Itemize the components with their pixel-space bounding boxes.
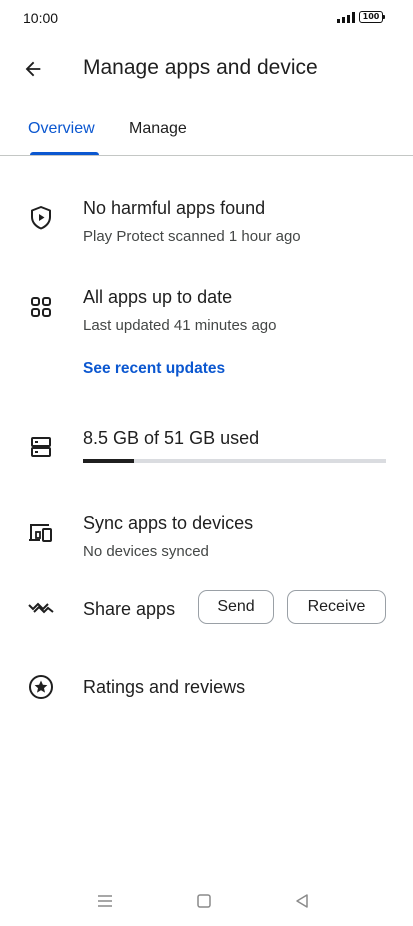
protect-subtitle: Play Protect scanned 1 hour ago [83,228,301,245]
share-title: Share apps [83,599,176,619]
play-protect-shield-icon [27,204,55,232]
battery-icon: 100 [359,11,385,23]
devices-icon [27,518,55,546]
receive-button[interactable]: Receive [287,590,386,624]
back-triangle-icon[interactable] [290,889,314,913]
storage-progress-fill [83,459,134,463]
tab-overview[interactable]: Overview [28,120,95,138]
page-title: Manage apps and device [83,56,318,79]
storage-icon [27,433,55,461]
sync-subtitle: No devices synced [83,543,209,560]
status-time: 10:00 [23,10,59,26]
arrow-back-icon [25,61,41,77]
ratings-title[interactable]: Ratings and reviews [83,677,245,698]
protect-title: No harmful apps found [83,198,266,218]
tabs-divider [0,155,413,156]
storage-progress-bar [83,459,386,463]
share-apps-icon [27,594,55,622]
send-button[interactable]: Send [198,590,274,624]
updates-title: All apps up to date [83,287,233,307]
star-circle-icon [27,673,55,701]
signal-icon [337,11,355,23]
back-button[interactable] [16,52,50,86]
sync-title: Sync apps to devices [83,513,254,533]
status-icons: 100 [337,11,385,23]
storage-title: 8.5 GB of 51 GB used [83,428,260,448]
see-recent-updates-link[interactable]: See recent updates [83,360,225,378]
menu-icon[interactable] [93,889,117,913]
apps-grid-icon [27,293,55,321]
home-square-icon[interactable] [192,889,216,913]
tab-manage[interactable]: Manage [129,120,187,138]
updates-subtitle: Last updated 41 minutes ago [83,317,277,334]
